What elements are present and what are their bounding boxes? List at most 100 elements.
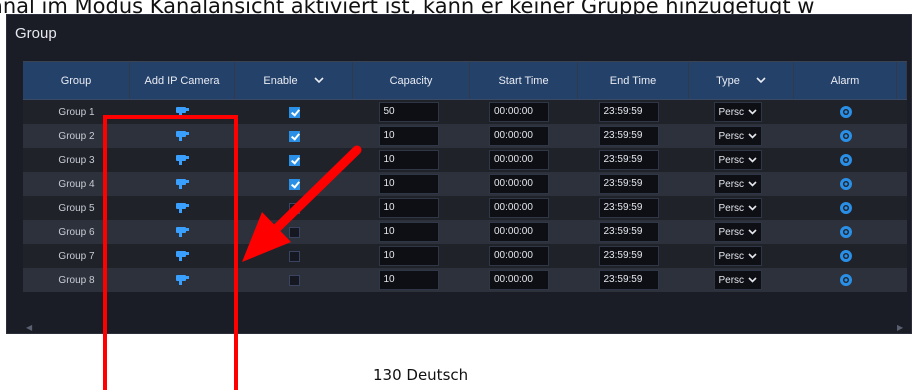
capacity-cell: 10 (353, 148, 470, 172)
start-time-input[interactable]: 00:00:00 (489, 270, 549, 290)
type-select[interactable]: Persc (713, 150, 762, 170)
enable-cell (235, 220, 353, 244)
alarm-settings-button[interactable] (794, 148, 897, 172)
add-ip-camera-button[interactable] (130, 268, 235, 292)
start-time-input[interactable]: 00:00:00 (489, 198, 549, 218)
start-time-input[interactable]: 00:00:00 (489, 174, 549, 194)
end-time-input[interactable]: 23:59:59 (598, 246, 659, 266)
enable-checkbox[interactable] (288, 178, 300, 190)
enable-cell (235, 148, 353, 172)
row-filler (897, 100, 907, 124)
capacity-cell: 10 (353, 196, 470, 220)
capacity-input[interactable]: 10 (378, 198, 439, 218)
type-select[interactable]: Persc (713, 246, 762, 266)
end-time-input[interactable]: 23:59:59 (598, 198, 659, 218)
capacity-input[interactable]: 10 (378, 222, 439, 242)
alarm-settings-button[interactable] (794, 124, 897, 148)
add-ip-camera-button[interactable] (130, 124, 235, 148)
enable-checkbox[interactable] (288, 202, 300, 214)
type-select[interactable]: Persc (713, 198, 762, 218)
header-enable-label: Enable (263, 74, 298, 87)
end-time-input[interactable]: 23:59:59 (598, 222, 659, 242)
enable-checkbox[interactable] (288, 106, 300, 118)
add-ip-camera-button[interactable] (130, 172, 235, 196)
chevron-down-icon (747, 155, 757, 166)
start-time-input[interactable]: 00:00:00 (489, 150, 549, 170)
start-time-input[interactable]: 00:00:00 (489, 126, 549, 146)
capacity-input[interactable]: 10 (378, 246, 439, 266)
camera-icon (175, 202, 191, 214)
capacity-input[interactable]: 10 (378, 126, 439, 146)
group-name: Group 8 (58, 274, 95, 286)
gear-icon (839, 153, 853, 167)
end-time-input[interactable]: 23:59:59 (598, 102, 659, 122)
start-time-input[interactable]: 00:00:00 (489, 246, 549, 266)
camera-icon (175, 154, 191, 166)
type-select[interactable]: Persc (713, 174, 762, 194)
group-table: Group Add IP Camera Enable Capacity Star… (23, 61, 907, 292)
alarm-settings-button[interactable] (794, 172, 897, 196)
add-ip-camera-button[interactable] (130, 244, 235, 268)
chevron-down-icon[interactable] (314, 77, 324, 84)
scroll-left-icon[interactable]: ◀ (26, 323, 34, 332)
start-time-cell: 00:00:00 (470, 220, 578, 244)
chevron-down-icon[interactable] (756, 77, 766, 84)
chevron-down-icon (747, 251, 757, 262)
alarm-settings-button[interactable] (794, 100, 897, 124)
table-row: Group 7 10 00:00:00 23:59:59 Persc (23, 244, 907, 268)
camera-icon (175, 250, 191, 262)
row-filler (897, 196, 907, 220)
header-enable[interactable]: Enable (235, 62, 353, 99)
add-ip-camera-button[interactable] (130, 100, 235, 124)
capacity-input[interactable]: 50 (378, 102, 439, 122)
type-select[interactable]: Persc (713, 222, 762, 242)
capacity-input[interactable]: 10 (378, 150, 439, 170)
end-time-input[interactable]: 23:59:59 (598, 150, 659, 170)
type-cell: Persc (689, 172, 794, 196)
end-time-input[interactable]: 23:59:59 (598, 174, 659, 194)
row-filler (897, 268, 907, 292)
add-ip-camera-button[interactable] (130, 220, 235, 244)
start-time-cell: 00:00:00 (470, 172, 578, 196)
type-cell: Persc (689, 244, 794, 268)
type-select[interactable]: Persc (713, 102, 762, 122)
start-time-cell: 00:00:00 (470, 124, 578, 148)
end-time-cell: 23:59:59 (578, 124, 689, 148)
type-select[interactable]: Persc (713, 126, 762, 146)
capacity-input[interactable]: 10 (378, 270, 439, 290)
start-time-input[interactable]: 00:00:00 (489, 222, 549, 242)
alarm-settings-button[interactable] (794, 220, 897, 244)
row-filler (897, 220, 907, 244)
chevron-down-icon (747, 227, 757, 238)
gear-icon (839, 249, 853, 263)
table-row: Group 1 50 00:00:00 23:59:59 Persc (23, 100, 907, 124)
enable-checkbox[interactable] (288, 274, 300, 286)
start-time-input[interactable]: 00:00:00 (489, 102, 549, 122)
gear-icon (839, 129, 853, 143)
alarm-settings-button[interactable] (794, 244, 897, 268)
capacity-input[interactable]: 10 (378, 174, 439, 194)
table-row: Group 2 10 00:00:00 23:59:59 Persc (23, 124, 907, 148)
enable-checkbox[interactable] (288, 226, 300, 238)
enable-checkbox[interactable] (288, 130, 300, 142)
page-footer: 130 Deutsch (373, 366, 469, 384)
add-ip-camera-button[interactable] (130, 196, 235, 220)
table-row: Group 3 10 00:00:00 23:59:59 Persc (23, 148, 907, 172)
alarm-settings-button[interactable] (794, 196, 897, 220)
scroll-right-icon[interactable]: ▶ (897, 323, 905, 332)
enable-cell (235, 268, 353, 292)
end-time-input[interactable]: 23:59:59 (598, 126, 659, 146)
chevron-down-icon (747, 131, 757, 142)
type-select[interactable]: Persc (713, 270, 762, 290)
capacity-cell: 10 (353, 172, 470, 196)
end-time-input[interactable]: 23:59:59 (598, 270, 659, 290)
group-name: Group 4 (58, 178, 95, 190)
alarm-settings-button[interactable] (794, 268, 897, 292)
enable-checkbox[interactable] (288, 250, 300, 262)
add-ip-camera-button[interactable] (130, 148, 235, 172)
group-name: Group 7 (58, 250, 95, 262)
enable-checkbox[interactable] (288, 154, 300, 166)
header-type[interactable]: Type (689, 62, 794, 99)
type-cell: Persc (689, 100, 794, 124)
header-capacity: Capacity (353, 62, 470, 99)
